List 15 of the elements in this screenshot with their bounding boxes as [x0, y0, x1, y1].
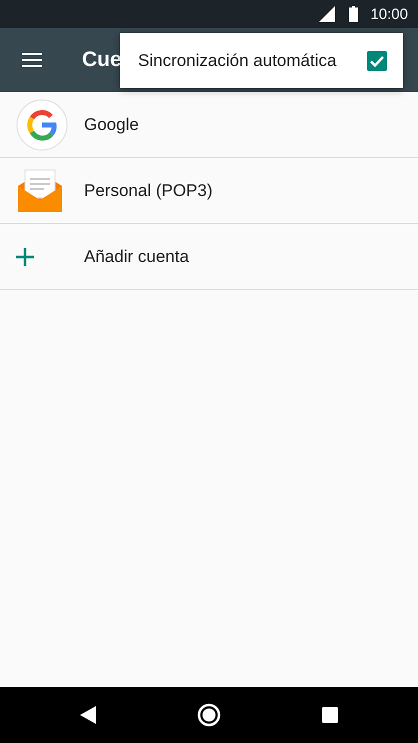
- home-icon[interactable]: [196, 703, 221, 727]
- plus-icon: [16, 248, 34, 266]
- checkbox[interactable]: [367, 50, 387, 70]
- menu-item[interactable]: Sincronización automática: [138, 50, 336, 70]
- app-bar-title: Cue: [82, 48, 122, 72]
- back-icon[interactable]: [80, 706, 96, 724]
- account-item[interactable]: Google: [84, 114, 139, 134]
- recents-icon[interactable]: [322, 707, 338, 723]
- signal-icon: [319, 6, 336, 22]
- account-item[interactable]: Añadir cuenta: [84, 246, 189, 266]
- envelope-icon: [16, 168, 64, 214]
- battery-icon: [349, 6, 358, 22]
- account-item[interactable]: Personal (POP3): [84, 180, 212, 200]
- status-time: 10:00: [370, 6, 408, 22]
- google-icon: [16, 98, 68, 150]
